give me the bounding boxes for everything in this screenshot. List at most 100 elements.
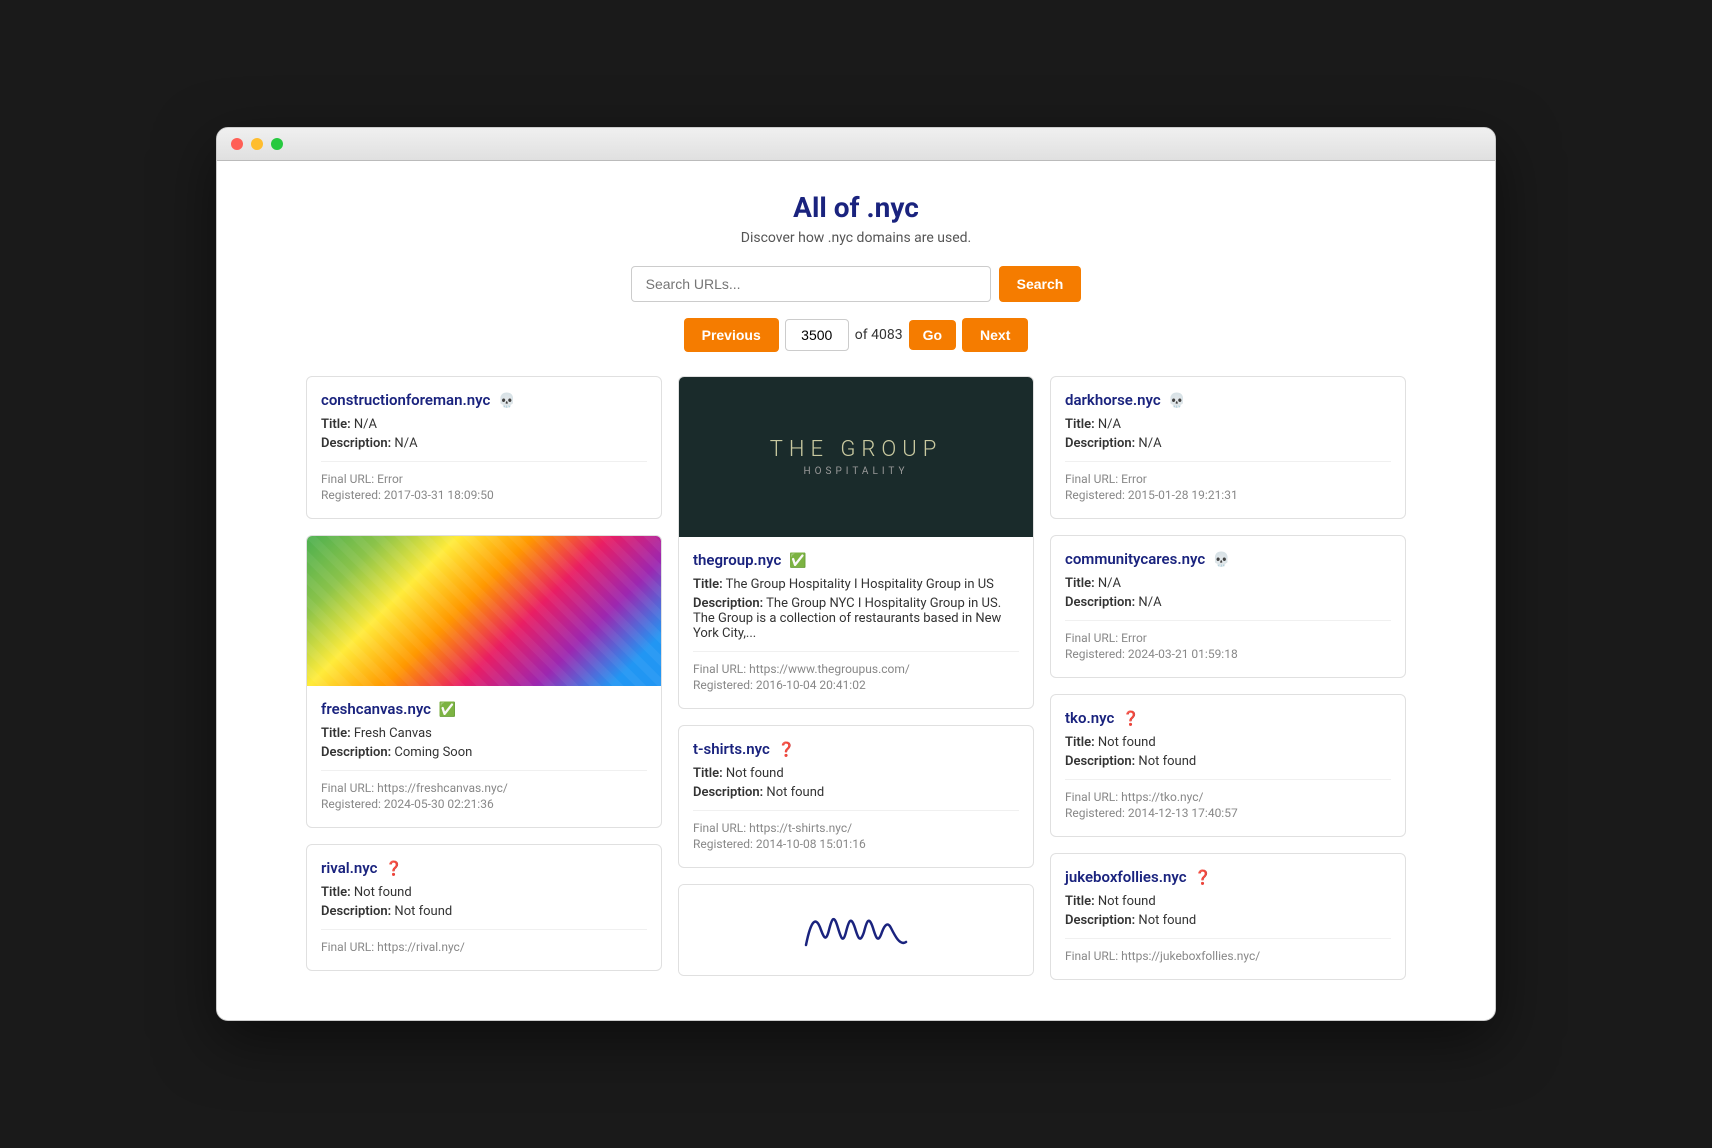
- page-header: All of .nyc Discover how .nyc domains ar…: [237, 191, 1475, 246]
- card-body: rival.nyc ❓ Title: Not found Description…: [307, 845, 661, 970]
- list-item: THE GROUP HOSPITALITY thegroup.nyc ✅ Tit…: [678, 376, 1034, 709]
- group-title: THE GROUP: [770, 437, 943, 462]
- card-title-field: Title: Not found: [321, 885, 647, 900]
- page-number-input[interactable]: [785, 319, 849, 351]
- list-item: freshcanvas.nyc ✅ Title: Fresh Canvas De…: [306, 535, 662, 828]
- card-final-url: Final URL: https://jukeboxfollies.nyc/: [1065, 949, 1391, 963]
- card-title-field: Title: Fresh Canvas: [321, 726, 647, 741]
- card-registered: Registered: 2015-01-28 19:21:31: [1065, 488, 1391, 502]
- list-item: communitycares.nyc 💀 Title: N/A Descript…: [1050, 535, 1406, 678]
- card-final-url: Final URL: https://t-shirts.nyc/: [693, 821, 1019, 835]
- list-item: darkhorse.nyc 💀 Title: N/A Description: …: [1050, 376, 1406, 519]
- status-icon: 💀: [1168, 393, 1185, 409]
- status-icon: ✅: [439, 702, 456, 718]
- card-title-field: Title: N/A: [1065, 576, 1391, 591]
- card-domain[interactable]: jukeboxfollies.nyc ❓: [1065, 868, 1391, 886]
- status-icon: 💀: [1213, 552, 1230, 568]
- browser-window: All of .nyc Discover how .nyc domains ar…: [216, 127, 1496, 1021]
- card-registered: Registered: 2014-12-13 17:40:57: [1065, 806, 1391, 820]
- status-icon: ❓: [778, 742, 795, 758]
- card-domain[interactable]: darkhorse.nyc 💀: [1065, 391, 1391, 409]
- maximize-dot[interactable]: [271, 138, 283, 150]
- page-title: All of .nyc: [237, 191, 1475, 224]
- card-meta: Final URL: Error Registered: 2017-03-31 …: [321, 461, 647, 502]
- search-input[interactable]: [631, 266, 991, 302]
- card-meta: Final URL: https://rival.nyc/: [321, 929, 647, 954]
- card-title-field: Title: Not found: [1065, 894, 1391, 909]
- card-body: t-shirts.nyc ❓ Title: Not found Descript…: [679, 726, 1033, 867]
- card-registered: Registered: 2016-10-04 20:41:02: [693, 678, 1019, 692]
- card-domain[interactable]: thegroup.nyc ✅: [693, 551, 1019, 569]
- card-domain[interactable]: freshcanvas.nyc ✅: [321, 700, 647, 718]
- card-final-url: Final URL: Error: [1065, 472, 1391, 486]
- card-description-field: Description: Not found: [321, 904, 647, 919]
- card-meta: Final URL: https://t-shirts.nyc/ Registe…: [693, 810, 1019, 851]
- card-final-url: Final URL: https://rival.nyc/: [321, 940, 647, 954]
- card-final-url: Final URL: https://freshcanvas.nyc/: [321, 781, 647, 795]
- card-domain[interactable]: constructionforeman.nyc 💀: [321, 391, 647, 409]
- list-item: rival.nyc ❓ Title: Not found Description…: [306, 844, 662, 971]
- page-content: All of .nyc Discover how .nyc domains ar…: [217, 161, 1495, 1020]
- card-meta: Final URL: https://freshcanvas.nyc/ Regi…: [321, 770, 647, 811]
- minimize-dot[interactable]: [251, 138, 263, 150]
- card-body: tko.nyc ❓ Title: Not found Description: …: [1051, 695, 1405, 836]
- list-item: tko.nyc ❓ Title: Not found Description: …: [1050, 694, 1406, 837]
- card-meta: Final URL: https://www.thegroupus.com/ R…: [693, 651, 1019, 692]
- card-description-field: Description: Not found: [1065, 754, 1391, 769]
- card-meta: Final URL: Error Registered: 2015-01-28 …: [1065, 461, 1391, 502]
- status-icon: 💀: [498, 393, 515, 409]
- list-item: t-shirts.nyc ❓ Title: Not found Descript…: [678, 725, 1034, 868]
- card-painting: [307, 536, 661, 686]
- card-title-field: Title: Not found: [693, 766, 1019, 781]
- card-body: thegroup.nyc ✅ Title: The Group Hospital…: [679, 537, 1033, 708]
- card-meta: Final URL: Error Registered: 2024-03-21 …: [1065, 620, 1391, 661]
- card-description-field: Description: The Group NYC I Hospitality…: [693, 596, 1019, 641]
- card-domain[interactable]: communitycares.nyc 💀: [1065, 550, 1391, 568]
- cards-grid: constructionforeman.nyc 💀 Title: N/A Des…: [306, 376, 1406, 980]
- card-registered: Registered: 2024-03-21 01:59:18: [1065, 647, 1391, 661]
- pagination: Previous of 4083 Go Next: [237, 318, 1475, 352]
- list-item: constructionforeman.nyc 💀 Title: N/A Des…: [306, 376, 662, 519]
- search-button[interactable]: Search: [999, 266, 1082, 302]
- card-description-field: Description: Not found: [1065, 913, 1391, 928]
- column-3: darkhorse.nyc 💀 Title: N/A Description: …: [1050, 376, 1406, 980]
- search-bar: Search: [237, 266, 1475, 302]
- card-meta: Final URL: https://jukeboxfollies.nyc/: [1065, 938, 1391, 963]
- close-dot[interactable]: [231, 138, 243, 150]
- page-subtitle: Discover how .nyc domains are used.: [237, 230, 1475, 246]
- card-dark-header: THE GROUP HOSPITALITY: [679, 377, 1033, 537]
- card-domain[interactable]: tko.nyc ❓: [1065, 709, 1391, 727]
- card-domain[interactable]: t-shirts.nyc ❓: [693, 740, 1019, 758]
- status-icon: ❓: [1122, 711, 1139, 727]
- card-domain[interactable]: rival.nyc ❓: [321, 859, 647, 877]
- card-body: darkhorse.nyc 💀 Title: N/A Description: …: [1051, 377, 1405, 518]
- card-description-field: Description: N/A: [1065, 595, 1391, 610]
- group-subtitle: HOSPITALITY: [804, 466, 909, 477]
- card-body: jukeboxfollies.nyc ❓ Title: Not found De…: [1051, 854, 1405, 979]
- card-title-field: Title: The Group Hospitality I Hospitali…: [693, 577, 1019, 592]
- card-signature: [679, 885, 1033, 975]
- card-title-field: Title: N/A: [321, 417, 647, 432]
- card-final-url: Final URL: https://tko.nyc/: [1065, 790, 1391, 804]
- card-title-field: Title: N/A: [1065, 417, 1391, 432]
- column-2: THE GROUP HOSPITALITY thegroup.nyc ✅ Tit…: [678, 376, 1034, 980]
- card-body: communitycares.nyc 💀 Title: N/A Descript…: [1051, 536, 1405, 677]
- next-button[interactable]: Next: [962, 318, 1028, 352]
- card-title-field: Title: Not found: [1065, 735, 1391, 750]
- card-body: freshcanvas.nyc ✅ Title: Fresh Canvas De…: [307, 686, 661, 827]
- status-icon: ❓: [385, 861, 402, 877]
- status-icon: ✅: [789, 553, 806, 569]
- card-description-field: Description: Not found: [693, 785, 1019, 800]
- card-description-field: Description: N/A: [321, 436, 647, 451]
- go-button[interactable]: Go: [909, 320, 956, 350]
- card-description-field: Description: Coming Soon: [321, 745, 647, 760]
- column-1: constructionforeman.nyc 💀 Title: N/A Des…: [306, 376, 662, 980]
- card-body: constructionforeman.nyc 💀 Title: N/A Des…: [307, 377, 661, 518]
- list-item: [678, 884, 1034, 976]
- previous-button[interactable]: Previous: [684, 318, 779, 352]
- card-final-url: Final URL: Error: [1065, 631, 1391, 645]
- card-final-url: Final URL: https://www.thegroupus.com/: [693, 662, 1019, 676]
- card-registered: Registered: 2024-05-30 02:21:36: [321, 797, 647, 811]
- page-of-text: of 4083: [855, 327, 903, 343]
- list-item: jukeboxfollies.nyc ❓ Title: Not found De…: [1050, 853, 1406, 980]
